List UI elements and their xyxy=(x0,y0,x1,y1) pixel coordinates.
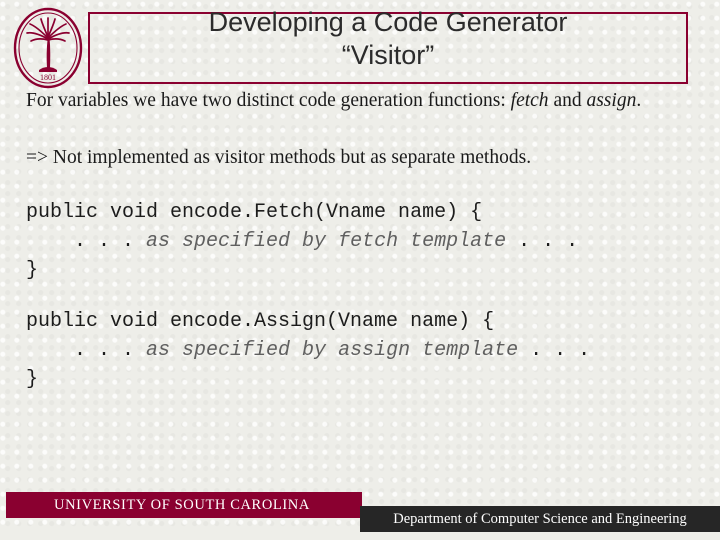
title-line-2: “Visitor” xyxy=(341,40,435,70)
footer-department-banner: Department of Computer Science and Engin… xyxy=(360,506,720,532)
page-title: Developing a Code Generator “Visitor” xyxy=(88,6,688,72)
logo-year: 1801 xyxy=(40,73,56,82)
code-block-assign: public void encode.Assign(Vname name) { … xyxy=(26,307,698,394)
paragraph-1-text-c: . xyxy=(636,90,642,111)
slide-body: For variables we have two distinct code … xyxy=(26,88,698,394)
paragraph-implementation: => Not implemented as visitor methods bu… xyxy=(26,147,532,168)
slide: 1801 Developing a Code Generator “Visito… xyxy=(0,0,720,540)
paragraph-1-text-b: and xyxy=(548,90,587,111)
paragraph-1-italic-fetch: fetch xyxy=(510,90,549,111)
code-fetch-line-2-tail: . . . xyxy=(506,230,579,253)
code-assign-line-2-tail: . . . xyxy=(518,339,591,362)
paragraph-variables: For variables we have two distinct code … xyxy=(26,88,698,113)
code-fetch-line-2-comment: as specified by fetch template xyxy=(146,230,507,253)
footer-university-banner: UNIVERSITY OF SOUTH CAROLINA xyxy=(6,492,362,518)
code-fetch-line-1: public void encode.Fetch(Vname name) { xyxy=(26,201,483,224)
code-fetch-line-3: } xyxy=(26,259,39,282)
paragraph-1-text-a: For variables we have two distinct code … xyxy=(26,90,511,111)
code-block-fetch: public void encode.Fetch(Vname name) { .… xyxy=(26,198,698,285)
bottom-strip xyxy=(0,532,720,540)
code-assign-line-3: } xyxy=(26,368,39,391)
paragraph-1-italic-assign: assign xyxy=(586,90,637,111)
code-fetch-line-2-indent: . . . xyxy=(26,230,147,253)
code-assign-line-2-indent: . . . xyxy=(26,339,147,362)
usc-seal-logo: 1801 xyxy=(8,6,88,90)
code-assign-line-2-comment: as specified by assign template xyxy=(146,339,519,362)
title-line-1: Developing a Code Generator xyxy=(208,7,568,37)
code-assign-line-1: public void encode.Assign(Vname name) { xyxy=(26,310,495,333)
